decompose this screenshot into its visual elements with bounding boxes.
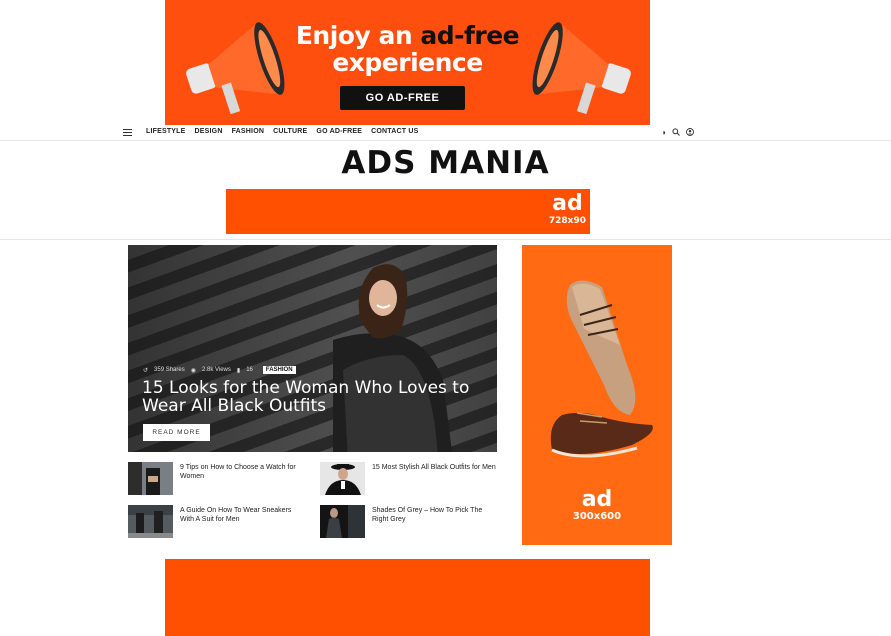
headline-line2: experience	[332, 48, 483, 77]
shoes-image	[550, 280, 653, 458]
sidebar-ad[interactable]: ad 300x600	[522, 245, 672, 545]
comment-icon: ▮	[236, 367, 241, 374]
list-item[interactable]: 15 Most Stylish All Black Outfits for Me…	[320, 462, 500, 496]
go-ad-free-button[interactable]: GO AD-FREE	[340, 86, 465, 110]
post-thumbnail[interactable]	[128, 505, 173, 538]
user-icon[interactable]	[685, 128, 694, 138]
nav-item-design[interactable]: DESIGN	[195, 128, 223, 135]
category-badge[interactable]: FASHION	[262, 366, 296, 374]
top-banner-ad[interactable]: Enjoy an ad-free experience GO AD-FREE	[165, 0, 650, 125]
headline-highlight: ad-free	[420, 21, 520, 50]
leaderboard-ad-label: ad 728x90	[549, 193, 586, 227]
post-thumbnail[interactable]	[320, 505, 365, 538]
site-logo[interactable]: ADS MANIA	[0, 141, 891, 181]
top-nav: LIFESTYLE DESIGN FASHION CULTURE GO AD-F…	[0, 125, 891, 141]
comment-count: 16	[246, 367, 253, 373]
hero-woman-image	[333, 264, 452, 452]
nav-item-contact-us[interactable]: CONTACT US	[371, 128, 418, 135]
header-divider	[0, 239, 891, 240]
nav-item-culture[interactable]: CULTURE	[273, 128, 307, 135]
bottom-banner-ad[interactable]	[165, 559, 650, 636]
list-item[interactable]: 9 Tips on How to Choose a Watch for Wome…	[128, 462, 308, 496]
post-title[interactable]: A Guide On How To Wear Sneakers With A S…	[180, 506, 305, 524]
featured-post[interactable]: ↺ 359 Shares ◉ 2.8k Views ▮ 16 FASHION 1…	[128, 245, 497, 452]
read-more-button[interactable]: READ MORE	[143, 424, 210, 441]
ad-word: ad	[552, 191, 583, 216]
share-count: 359 Shares	[154, 367, 185, 373]
nav-tools: ◑	[661, 128, 694, 138]
sidebar-ad-label: ad 300x600	[522, 489, 672, 523]
dark-mode-icon[interactable]: ◑	[661, 128, 666, 138]
post-thumbnail[interactable]	[128, 462, 173, 495]
search-icon[interactable]	[672, 128, 680, 138]
share-icon: ↺	[143, 367, 149, 374]
nav-item-lifestyle[interactable]: LIFESTYLE	[146, 128, 186, 135]
hero-meta: ↺ 359 Shares ◉ 2.8k Views ▮ 16 FASHION	[143, 366, 296, 374]
post-title[interactable]: Shades Of Grey – How To Pick The Right G…	[372, 506, 497, 524]
hero-title[interactable]: 15 Looks for the Woman Who Loves to Wear…	[142, 379, 482, 415]
post-title[interactable]: 9 Tips on How to Choose a Watch for Wome…	[180, 463, 305, 481]
list-item[interactable]: Shades Of Grey – How To Pick The Right G…	[320, 505, 500, 539]
nav-menu: LIFESTYLE DESIGN FASHION CULTURE GO AD-F…	[146, 128, 418, 135]
headline-prefix: Enjoy an	[295, 21, 421, 50]
eye-icon: ◉	[190, 367, 196, 374]
nav-item-fashion[interactable]: FASHION	[232, 128, 265, 135]
leaderboard-ad[interactable]: ad 728x90	[226, 189, 590, 234]
list-item[interactable]: A Guide On How To Wear Sneakers With A S…	[128, 505, 308, 539]
ad-word: ad	[581, 487, 613, 512]
banner-headline: Enjoy an ad-free experience	[165, 22, 650, 76]
ad-size: 728x90	[548, 216, 586, 226]
logo-text[interactable]: ADS MANIA	[341, 145, 549, 181]
post-title[interactable]: 15 Most Stylish All Black Outfits for Me…	[372, 463, 497, 472]
ad-size: 300x600	[572, 511, 622, 522]
view-count: 2.8k Views	[201, 367, 231, 373]
nav-item-go-ad-free[interactable]: GO AD-FREE	[316, 128, 362, 135]
menu-icon[interactable]	[123, 129, 132, 136]
post-thumbnail[interactable]	[320, 462, 365, 495]
